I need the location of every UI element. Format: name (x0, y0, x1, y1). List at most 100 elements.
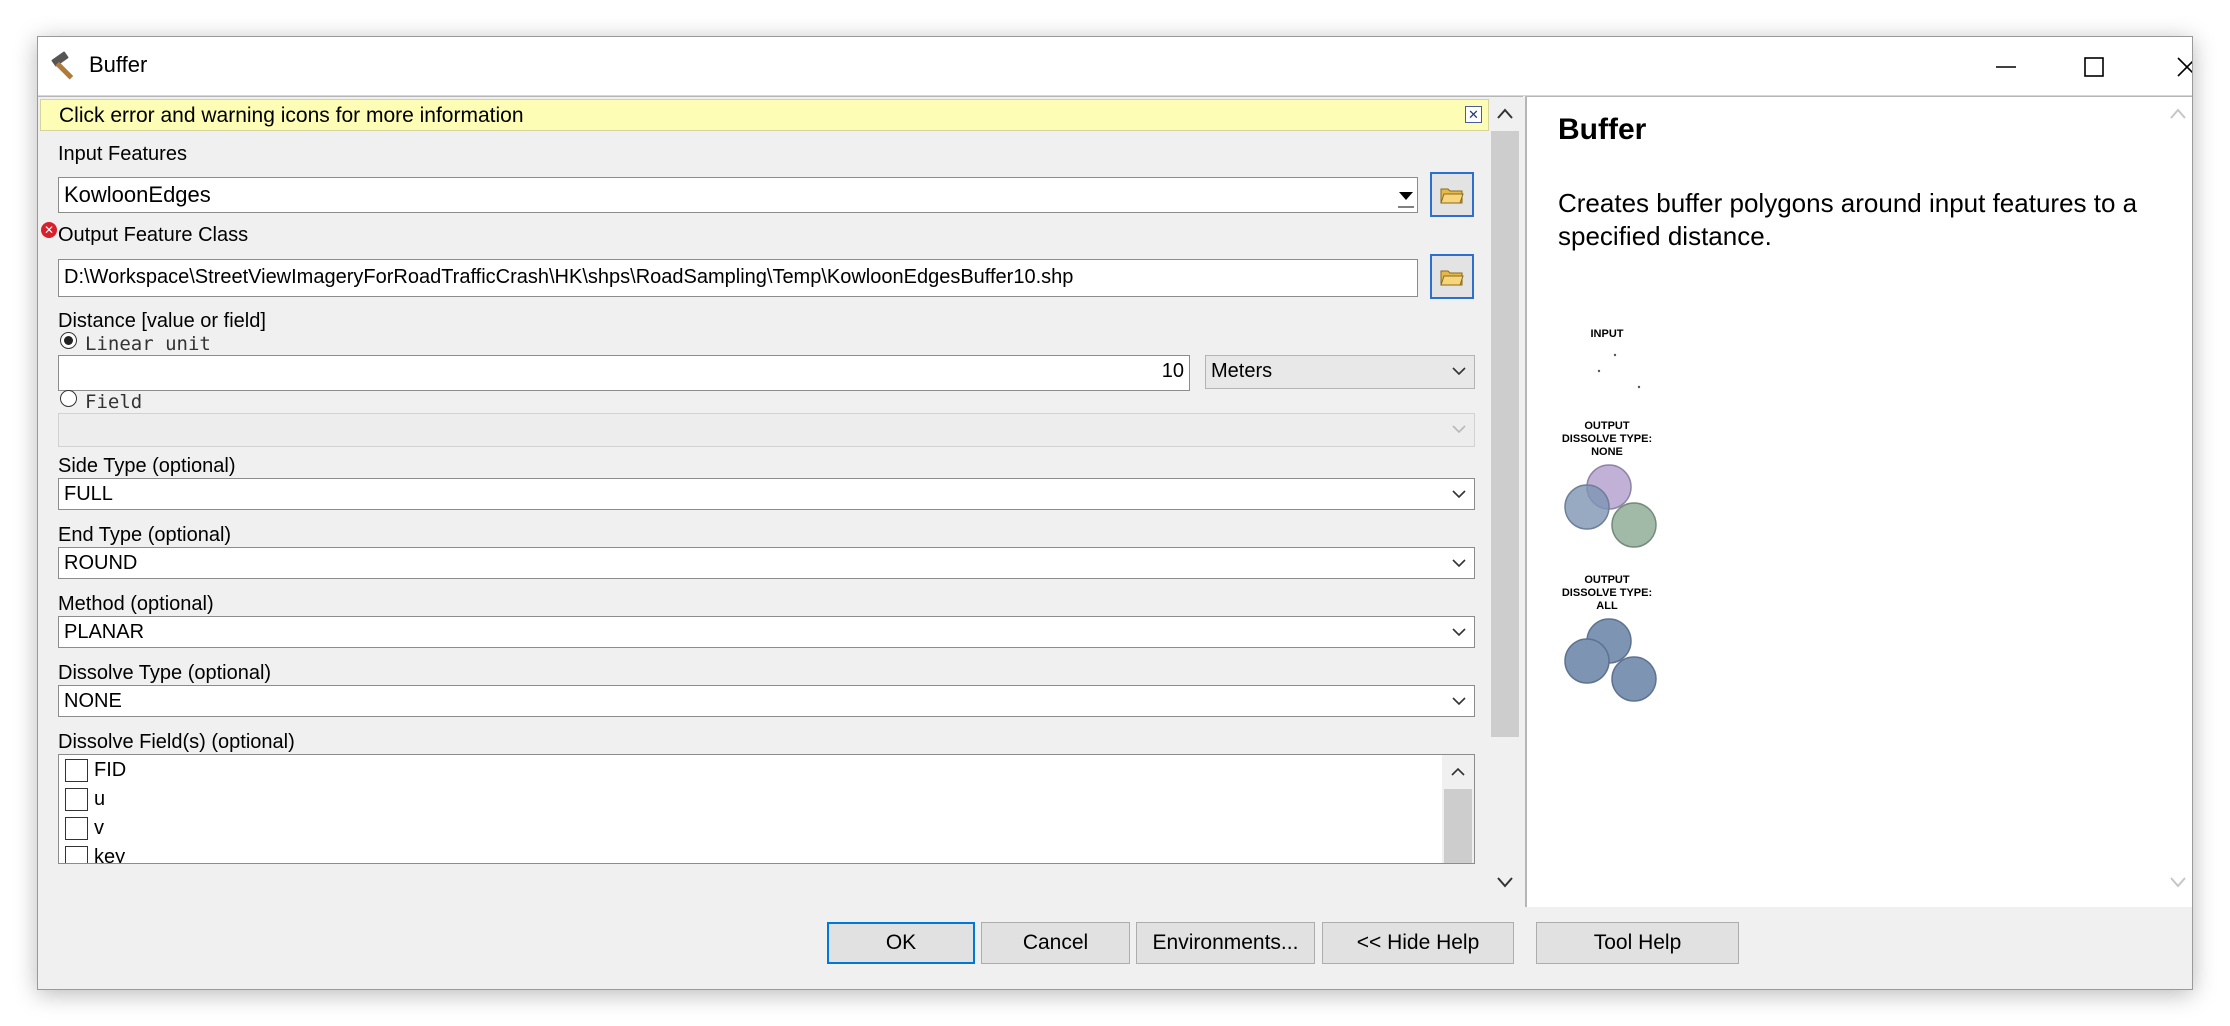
warning-text: Click error and warning icons for more i… (59, 104, 524, 127)
field-radio[interactable] (60, 390, 77, 407)
dropdown-arrow-icon (1398, 192, 1414, 208)
method-label: Method (optional) (58, 593, 214, 615)
end-type-select[interactable]: ROUND (58, 547, 1475, 579)
illustration-output-all-label: DISSOLVE TYPE: (1562, 587, 1652, 599)
close-icon[interactable]: ✕ (1465, 106, 1482, 123)
side-type-value: FULL (64, 483, 113, 505)
tool-help-button[interactable]: Tool Help (1536, 922, 1739, 964)
dissolve-type-select[interactable]: NONE (58, 685, 1475, 717)
distance-value-input[interactable]: 10 (58, 355, 1190, 391)
chevron-down-icon[interactable] (2168, 875, 2188, 889)
list-item[interactable]: u (65, 785, 105, 813)
close-button[interactable] (2141, 37, 2192, 96)
maximize-icon (2084, 56, 2104, 77)
list-item-label: u (94, 787, 106, 810)
dissolve-fields-list: FID u v key osmid (58, 754, 1475, 864)
dissolve-fields-label: Dissolve Field(s) (optional) (58, 731, 295, 753)
end-type-value: ROUND (64, 552, 138, 574)
distance-unit-value: Meters (1211, 360, 1273, 382)
checkbox[interactable] (65, 787, 88, 811)
distance-value: 10 (1161, 360, 1184, 382)
list-item-label: FID (94, 758, 127, 781)
chevron-up-icon[interactable] (1448, 765, 1468, 779)
input-point (1613, 353, 1617, 357)
illustration-output-none-label: NONE (1591, 446, 1623, 458)
input-point (1597, 369, 1601, 373)
help-title: Buffer (1558, 113, 1647, 146)
warning-banner: Click error and warning icons for more i… (40, 99, 1489, 131)
illustration-output-all-label: ALL (1596, 600, 1618, 612)
chevron-up-icon[interactable] (1495, 107, 1515, 121)
illustration-output-all-label: OUTPUT (1584, 574, 1630, 586)
list-item-label: key (94, 845, 126, 864)
buffer-dialog: Buffer Click error and warning icons for… (37, 36, 2193, 990)
buffer-circle (1564, 484, 1610, 530)
error-icon[interactable]: ✕ (41, 222, 57, 238)
title-bar: Buffer (38, 37, 2192, 96)
ok-button[interactable]: OK (827, 922, 975, 964)
output-feature-class-label: Output Feature Class (58, 224, 249, 246)
help-description: Creates buffer polygons around input fea… (1558, 188, 2138, 251)
environments-button[interactable]: Environments... (1136, 922, 1315, 964)
chevron-down-icon (1452, 559, 1466, 568)
output-feature-class-browse-button[interactable] (1430, 254, 1474, 299)
chevron-up-icon[interactable] (2168, 107, 2188, 121)
illustration-input-label: INPUT (1591, 329, 1624, 340)
chevron-down-icon (1452, 697, 1466, 706)
cancel-button[interactable]: Cancel (981, 922, 1130, 964)
list-item[interactable]: key (65, 843, 126, 864)
input-point (1637, 385, 1641, 389)
distance-field-select (58, 413, 1475, 447)
hammer-icon (51, 51, 74, 80)
output-feature-class-value: D:\Workspace\StreetViewImageryForRoadTra… (64, 266, 1074, 288)
parameters-scrollbar-thumb[interactable] (1491, 131, 1519, 737)
chevron-down-icon[interactable] (1495, 875, 1515, 889)
input-features-label: Input Features (58, 143, 187, 165)
chevron-down-icon (1452, 425, 1466, 434)
parameters-pane: Click error and warning icons for more i… (38, 96, 1523, 907)
hide-help-button[interactable]: << Hide Help (1322, 922, 1514, 964)
chevron-down-icon (1452, 367, 1466, 376)
chevron-down-icon (1452, 490, 1466, 499)
input-features-browse-button[interactable] (1430, 172, 1474, 217)
input-features-combobox[interactable]: KowloonEdges (58, 177, 1418, 213)
dissolve-type-label: Dissolve Type (optional) (58, 662, 272, 684)
side-type-select[interactable]: FULL (58, 478, 1475, 510)
parameters-scrollbar[interactable] (1489, 97, 1521, 907)
linear-unit-label: Linear unit (85, 333, 211, 355)
minimize-icon (1996, 65, 2016, 68)
checkbox[interactable] (65, 845, 88, 863)
end-type-label: End Type (optional) (58, 524, 232, 546)
distance-label: Distance [value or field] (58, 310, 266, 332)
output-feature-class-input[interactable]: D:\Workspace\StreetViewImageryForRoadTra… (58, 259, 1418, 297)
illustration-output-none-label: DISSOLVE TYPE: (1562, 433, 1652, 445)
window-title: Buffer (89, 52, 148, 77)
method-select[interactable]: PLANAR (58, 616, 1475, 648)
list-item[interactable]: v (65, 814, 104, 842)
input-features-value: KowloonEdges (64, 182, 211, 207)
minimize-button[interactable] (1960, 37, 2052, 96)
list-item[interactable]: FID (65, 756, 126, 784)
folder-icon (1440, 188, 1464, 203)
checkbox[interactable] (65, 758, 88, 782)
help-pane: Buffer Creates buffer polygons around in… (1525, 96, 2192, 907)
chevron-down-icon (1452, 628, 1466, 637)
linear-unit-radio[interactable] (60, 332, 77, 349)
button-bar: OK Cancel Environments... << Hide Help T… (38, 907, 2192, 989)
buffer-illustration: INPUT OUTPUT DISSOLVE TYPE: NONE OUTPUT … (1562, 329, 1657, 702)
folder-icon (1440, 270, 1464, 285)
list-scrollbar[interactable] (1442, 755, 1474, 863)
checkbox[interactable] (65, 816, 88, 840)
buffer-circle (1611, 502, 1657, 548)
field-label: Field (85, 391, 143, 413)
list-scrollbar-thumb[interactable] (1444, 789, 1472, 863)
dissolve-type-value: NONE (64, 690, 122, 712)
dissolved-buffer (1564, 618, 1657, 702)
close-icon (2177, 56, 2192, 77)
side-type-label: Side Type (optional) (58, 455, 236, 477)
illustration-output-none-label: OUTPUT (1584, 420, 1630, 432)
maximize-button[interactable] (2048, 37, 2140, 96)
distance-unit-select[interactable]: Meters (1205, 355, 1475, 389)
help-scrollbar[interactable] (2162, 97, 2192, 907)
list-item-label: v (94, 816, 104, 839)
